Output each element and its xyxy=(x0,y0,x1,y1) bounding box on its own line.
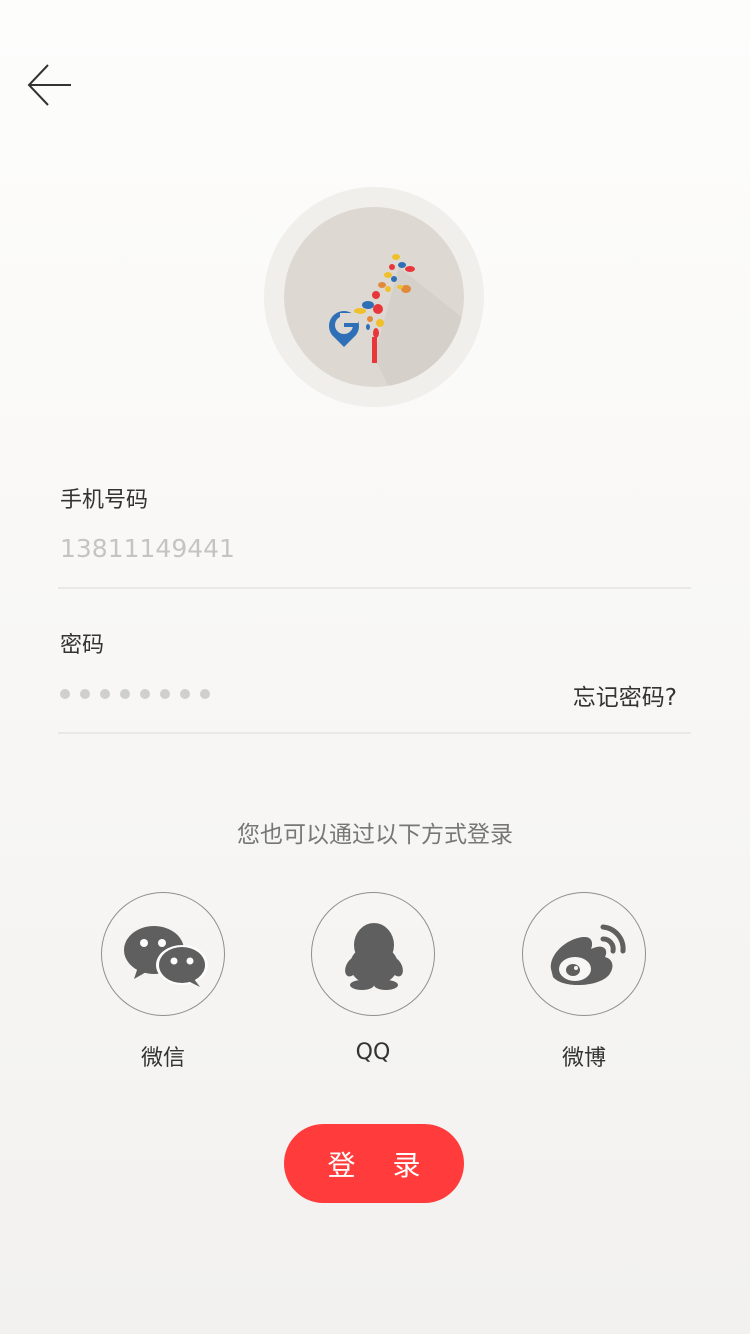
password-mask-dot xyxy=(160,689,170,699)
divider xyxy=(58,587,691,589)
wechat-label: 微信 xyxy=(140,1046,185,1071)
wechat-login-button[interactable] xyxy=(101,892,225,1016)
qq-login-button[interactable] xyxy=(311,892,435,1016)
divider xyxy=(58,732,691,734)
password-mask-dot xyxy=(180,689,190,699)
giraffe-logo-icon xyxy=(329,254,464,387)
phone-label: 手机号码 xyxy=(60,488,149,513)
password-mask-dot xyxy=(80,689,90,699)
weibo-label: 微博 xyxy=(561,1046,606,1071)
phone-input[interactable] xyxy=(60,531,520,565)
password-mask-dot xyxy=(60,689,70,699)
login-button[interactable]: 登 录 xyxy=(284,1124,464,1203)
arrow-left-icon xyxy=(27,64,71,106)
password-input[interactable] xyxy=(60,686,210,702)
weibo-login-button[interactable] xyxy=(522,892,646,1016)
wechat-icon xyxy=(124,926,208,987)
weibo-icon xyxy=(550,924,626,986)
forgot-password-link[interactable]: 忘记密码? xyxy=(573,678,677,712)
qq-icon xyxy=(345,923,403,990)
avatar xyxy=(264,187,484,407)
password-label: 密码 xyxy=(60,633,105,658)
password-mask-dot xyxy=(200,689,210,699)
password-mask-dot xyxy=(100,689,110,699)
qq-label: QQ xyxy=(355,1040,391,1065)
alt-login-text: 您也可以通过以下方式登录 xyxy=(237,822,513,848)
password-mask-dot xyxy=(120,689,130,699)
password-mask-dot xyxy=(140,689,150,699)
back-button[interactable] xyxy=(26,60,76,110)
